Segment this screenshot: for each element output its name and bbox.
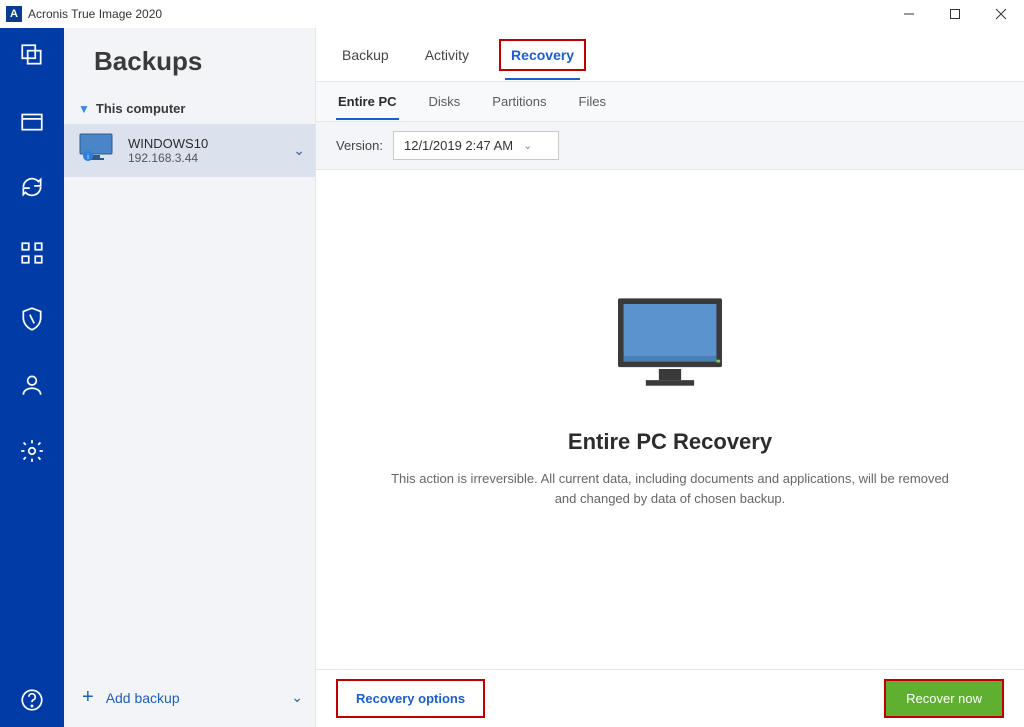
chevron-down-icon[interactable]: ⌄ — [293, 142, 305, 159]
recovery-center: Entire PC Recovery This action is irreve… — [316, 170, 1024, 669]
window-title: Acronis True Image 2020 — [28, 7, 886, 21]
add-backup-label: Add backup — [106, 690, 180, 706]
pc-illustration-icon — [605, 291, 735, 401]
app-logo-icon: A — [6, 6, 22, 22]
chevron-down-icon: ▼ — [78, 102, 90, 116]
subtab-disks[interactable]: Disks — [427, 84, 463, 119]
tab-activity[interactable]: Activity — [419, 39, 475, 71]
monitor-icon: i — [78, 132, 118, 169]
help-icon[interactable] — [17, 685, 47, 715]
backups-title: Backups — [64, 28, 315, 95]
backup-item-windows10[interactable]: i WINDOWS10 192.168.3.44 ⌄ — [64, 124, 315, 177]
top-tabs: Backup Activity Recovery — [316, 28, 1024, 82]
backup-ip: 192.168.3.44 — [128, 151, 287, 165]
version-select[interactable]: 12/1/2019 2:47 AM ⌄ — [393, 131, 559, 160]
backups-icon[interactable] — [17, 40, 47, 70]
protection-icon[interactable] — [17, 304, 47, 334]
subtab-files[interactable]: Files — [577, 84, 608, 119]
plus-icon: + — [82, 686, 94, 709]
subtab-entire-pc[interactable]: Entire PC — [336, 84, 399, 119]
close-button[interactable] — [978, 0, 1024, 28]
maximize-button[interactable] — [932, 0, 978, 28]
minimize-button[interactable] — [886, 0, 932, 28]
group-this-computer[interactable]: ▼ This computer — [64, 95, 315, 124]
subtab-partitions[interactable]: Partitions — [490, 84, 548, 119]
chevron-down-icon: ⌄ — [523, 139, 532, 152]
tools-icon[interactable] — [17, 238, 47, 268]
recovery-description: This action is irreversible. All current… — [380, 469, 960, 508]
footer-row: Recovery options Recover now — [316, 669, 1024, 727]
chevron-down-icon[interactable]: ⌄ — [291, 689, 303, 706]
archive-icon[interactable] — [17, 106, 47, 136]
version-row: Version: 12/1/2019 2:47 AM ⌄ — [316, 122, 1024, 170]
group-label: This computer — [96, 101, 186, 116]
nav-rail — [0, 28, 64, 727]
backups-panel: Backups ▼ This computer i WINDOWS10 192.… — [64, 28, 316, 727]
content-area: Backup Activity Recovery Entire PC Disks… — [316, 28, 1024, 727]
backup-name: WINDOWS10 — [128, 136, 287, 151]
window-titlebar: A Acronis True Image 2020 — [0, 0, 1024, 28]
version-label: Version: — [336, 138, 383, 153]
recovery-options-button[interactable]: Recovery options — [336, 679, 485, 718]
recover-now-button[interactable]: Recover now — [884, 679, 1004, 718]
account-icon[interactable] — [17, 370, 47, 400]
version-value: 12/1/2019 2:47 AM — [404, 138, 513, 153]
add-backup-button[interactable]: + Add backup ⌄ — [64, 668, 315, 727]
recovery-title: Entire PC Recovery — [568, 429, 772, 455]
settings-icon[interactable] — [17, 436, 47, 466]
sync-icon[interactable] — [17, 172, 47, 202]
tab-recovery[interactable]: Recovery — [499, 39, 586, 71]
tab-backup[interactable]: Backup — [336, 39, 395, 71]
recovery-subtabs: Entire PC Disks Partitions Files — [316, 82, 1024, 122]
